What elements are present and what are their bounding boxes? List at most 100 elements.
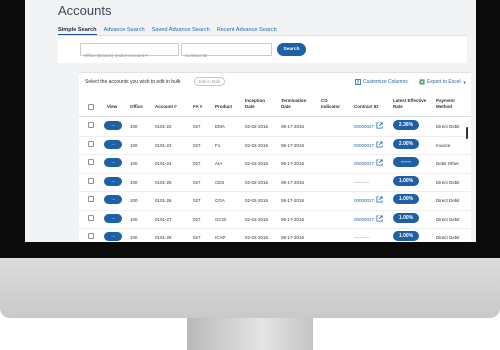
- cell-termination-date: 06-17-2016: [281, 216, 305, 222]
- cell-payment-method: Direct Debit: [436, 235, 460, 240]
- external-link-icon[interactable]: [376, 214, 383, 222]
- external-link-icon[interactable]: [376, 122, 383, 129]
- header-fa[interactable]: FA #: [193, 104, 202, 110]
- cell-fa: 027: [193, 216, 201, 222]
- header-rate-line2: Rate: [393, 104, 403, 109]
- cell-inception-date: 02-02-2016: [245, 142, 269, 148]
- office-account-field[interactable]: [80, 43, 179, 61]
- cell-office: 100: [130, 179, 138, 185]
- cell-termination-date: 06-17-2016: [281, 198, 305, 203]
- row-checkbox[interactable]: [88, 140, 94, 147]
- header-termination-date: Termination Date: [281, 98, 306, 110]
- cell-termination-date: 06-17-2016: [281, 179, 305, 185]
- cell-inception-date: 02-02-2016: [245, 179, 269, 185]
- contract-id-input[interactable]: [182, 50, 271, 61]
- contract-id-link[interactable]: 00000027: [354, 198, 374, 203]
- cell-office: 100: [130, 216, 138, 222]
- cell-contract-empty: ----------: [354, 235, 369, 240]
- tab-advance-search[interactable]: Advance Search: [104, 27, 145, 35]
- screen: Accounts Simple Search Advance Search Sa…: [25, 0, 476, 242]
- cell-account: 0101-25: [155, 179, 172, 185]
- search-button[interactable]: Search: [277, 43, 306, 56]
- columns-icon: [355, 79, 361, 85]
- rate-badge[interactable]: ------: [393, 157, 419, 167]
- cell-inception-date: 02-02-2016: [245, 124, 269, 129]
- cell-fa: 027: [193, 179, 201, 185]
- header-office: Office: [130, 104, 143, 109]
- contract-id-link[interactable]: 00000027: [354, 124, 374, 129]
- external-link-icon[interactable]: [376, 159, 383, 166]
- cell-account: 0101-24: [155, 161, 172, 166]
- cell-office: 100: [130, 124, 138, 129]
- bulk-toolbar: Select the accounts you wish to edit in …: [85, 77, 467, 87]
- cell-product: CES: [215, 179, 225, 185]
- cell-product: GCGI: [215, 216, 227, 222]
- rate-badge[interactable]: 2.00%: [393, 138, 419, 149]
- cell-fa: 027: [193, 198, 201, 203]
- office-account-input[interactable]: [81, 50, 178, 61]
- rate-badge[interactable]: 1.00%: [393, 194, 419, 204]
- row-checkbox[interactable]: [88, 196, 94, 202]
- select-all-checkbox[interactable]: [88, 104, 94, 110]
- contract-id-link[interactable]: 00000027: [354, 161, 374, 166]
- customize-columns-link[interactable]: Customize Columns: [355, 79, 408, 85]
- contract-id-link[interactable]: 00000027: [354, 143, 374, 148]
- rate-badge[interactable]: 1.00%: [393, 212, 419, 223]
- bulk-instruction: Select the accounts you wish to edit in …: [85, 79, 181, 85]
- rate-badge[interactable]: 1.00%: [393, 175, 419, 186]
- table-scrollbar[interactable]: [466, 127, 468, 139]
- rate-badge[interactable]: 2.36%: [393, 120, 419, 130]
- header-cg-line1: CG: [321, 98, 328, 103]
- cell-payment-method: Direct Debit: [436, 124, 460, 129]
- tab-saved-advance-search[interactable]: Saved Advance Search: [152, 27, 210, 35]
- customize-columns-label: Customize Columns: [363, 79, 408, 85]
- header-payment-line1: Payment: [436, 98, 455, 103]
- cell-account: 0101-27: [155, 216, 172, 222]
- table-row: → 100 0101-25 027 CES 02-02-2016 06-17-2…: [79, 174, 471, 192]
- contract-id-link[interactable]: 00000027: [354, 217, 374, 222]
- view-button[interactable]: →: [104, 158, 122, 167]
- monitor: Accounts Simple Search Advance Search Sa…: [0, 0, 500, 350]
- export-to-excel-link[interactable]: Export to Excel ▼: [419, 79, 467, 85]
- header-latest-effective-rate: Latest Effective Rate: [393, 98, 426, 110]
- cell-termination-date: 06-17-2016: [281, 124, 305, 129]
- header-inception-date: Inception Date: [245, 98, 265, 110]
- header-cg-indicator: CG Indicator: [321, 98, 340, 110]
- cell-product: AIA: [215, 161, 223, 166]
- cell-product: CGA: [215, 198, 225, 203]
- header-termination-line2: Date: [281, 104, 291, 109]
- page-title: Accounts: [58, 3, 112, 18]
- cell-payment-method: Direct Debit: [436, 198, 460, 203]
- view-button[interactable]: →: [104, 195, 122, 204]
- view-button[interactable]: →: [104, 139, 122, 149]
- view-button[interactable]: →: [104, 176, 122, 186]
- row-checkbox[interactable]: [88, 159, 94, 165]
- search-panel: Search: [58, 35, 467, 63]
- tab-simple-search[interactable]: Simple Search: [58, 27, 97, 35]
- contract-id-field[interactable]: [181, 43, 272, 61]
- edit-in-bulk-button[interactable]: Edit in Bulk: [194, 77, 225, 86]
- row-checkbox[interactable]: [88, 177, 94, 184]
- cell-account: 0101-22: [155, 124, 172, 129]
- external-link-icon[interactable]: [376, 196, 383, 203]
- header-cg-line2: Indicator: [321, 104, 341, 109]
- cell-fa: 027: [193, 235, 201, 240]
- table-header: View Office Account # FA # Product Incep…: [79, 93, 471, 117]
- cell-payment-method: Direct Debit: [436, 179, 460, 185]
- view-button[interactable]: →: [104, 213, 122, 223]
- header-account[interactable]: Account #: [155, 104, 177, 110]
- cell-office: 100: [130, 142, 138, 148]
- cell-termination-date: 06-17-2016: [281, 235, 305, 240]
- chevron-down-icon[interactable]: ▼: [463, 80, 467, 85]
- view-button[interactable]: →: [104, 232, 122, 241]
- tab-recent-advance-search[interactable]: Recent Advance Search: [217, 27, 277, 35]
- cell-office: 100: [130, 235, 138, 240]
- external-link-icon[interactable]: [376, 140, 383, 148]
- rate-badge[interactable]: 1.00%: [393, 231, 419, 241]
- cell-office: 100: [130, 198, 138, 203]
- view-button[interactable]: →: [104, 121, 122, 130]
- row-checkbox[interactable]: [88, 122, 94, 128]
- cell-termination-date: 06-17-2016: [281, 161, 305, 166]
- row-checkbox[interactable]: [88, 214, 94, 221]
- row-checkbox[interactable]: [88, 233, 94, 239]
